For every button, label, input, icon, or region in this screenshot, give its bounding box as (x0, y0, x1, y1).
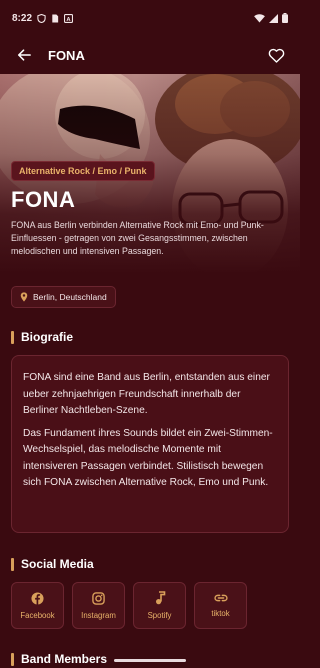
status-time: 8:22 (12, 12, 33, 24)
social-media-row: Facebook Instagram Spotify tiktok (11, 582, 247, 629)
hero-content: Alternative Rock / Emo / Punk FONA FONA … (11, 161, 290, 259)
status-bar: 8:22 A (0, 0, 300, 36)
notification-a-icon: A (64, 13, 74, 23)
band-name: FONA (11, 187, 76, 212)
social-button-tiktok[interactable]: tiktok (194, 582, 247, 629)
battery-icon (282, 13, 288, 23)
biography-paragraph: Das Fundament ihres Sounds bildet ein Zw… (23, 427, 273, 489)
location-chip[interactable]: Berlin, Deutschland (11, 286, 116, 308)
band-members-title: Band Members (21, 652, 108, 666)
biography-card: FONA sind eine Band aus Berlin, entstand… (11, 355, 289, 533)
biography-title: Biografie (21, 330, 74, 344)
social-button-spotify[interactable]: Spotify (133, 582, 186, 629)
social-label: Facebook (20, 610, 55, 620)
arrow-left-icon (17, 49, 31, 61)
favorite-button[interactable] (264, 43, 288, 67)
genre-badge: Alternative Rock / Emo / Punk (11, 161, 155, 181)
location-pin-icon (20, 292, 28, 302)
band-members-heading: Band Members (11, 652, 107, 666)
section-accent-bar (11, 557, 14, 571)
top-app-bar: FONA (0, 36, 300, 74)
instagram-icon (92, 591, 105, 605)
wifi-icon (254, 13, 265, 23)
shield-icon (37, 13, 46, 23)
social-label: Spotify (147, 611, 172, 620)
hero-section: Alternative Rock / Emo / Punk FONA FONA … (0, 74, 300, 274)
back-button[interactable] (12, 43, 36, 67)
section-accent-bar (11, 652, 14, 666)
heart-icon (268, 48, 284, 63)
biography-paragraph: FONA sind eine Band aus Berlin, entstand… (23, 372, 270, 417)
section-accent-bar (11, 330, 14, 344)
biography-heading: Biografie (11, 330, 73, 344)
social-label: tiktok (211, 609, 230, 618)
music-note-icon (155, 591, 165, 605)
facebook-icon (31, 591, 44, 605)
page-title: FONA (48, 47, 85, 63)
location-label: Berlin, Deutschland (33, 292, 107, 302)
social-media-heading: Social Media (11, 557, 94, 571)
sim-card-icon (52, 13, 59, 23)
band-description: FONA aus Berlin verbinden Alternative Ro… (11, 220, 264, 257)
social-label: Instagram (81, 610, 116, 620)
link-icon (213, 594, 228, 602)
signal-icon (269, 13, 278, 23)
social-button-instagram[interactable]: Instagram (72, 582, 125, 629)
social-button-facebook[interactable]: Facebook (11, 582, 64, 629)
home-indicator[interactable] (114, 659, 186, 662)
social-media-title: Social Media (21, 557, 94, 571)
